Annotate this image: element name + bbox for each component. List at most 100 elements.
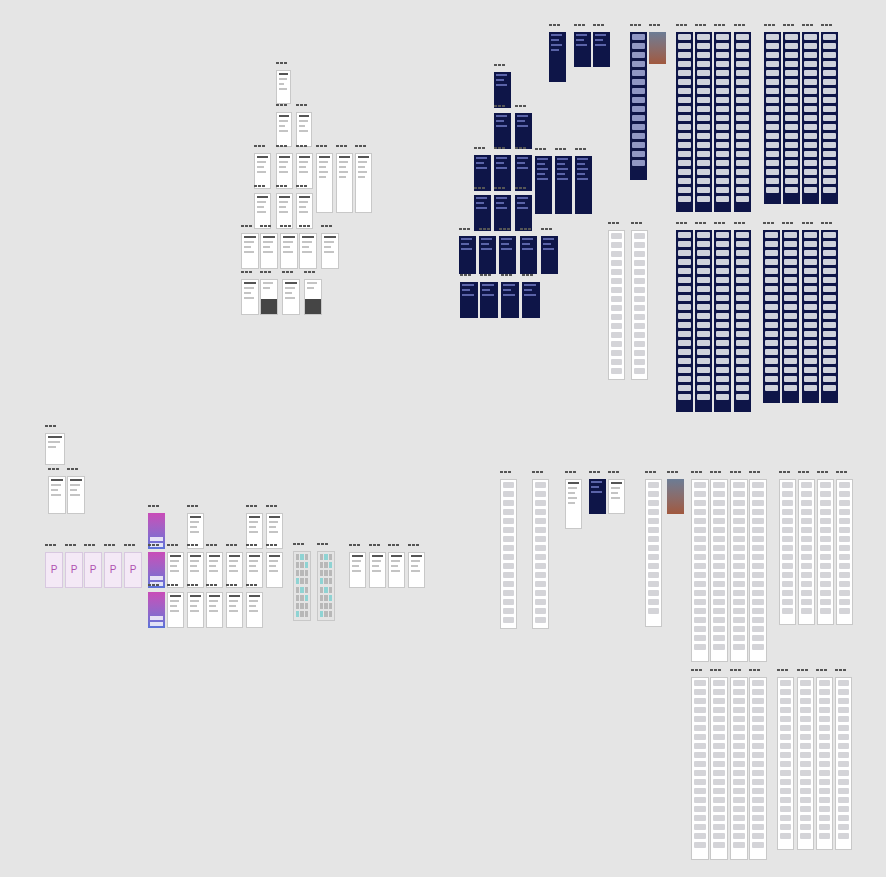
screen-frame[interactable] [535,156,552,214]
artboard[interactable] [187,505,204,549]
artboard[interactable] [494,147,511,191]
photo-frame[interactable] [667,479,684,514]
screen-frame[interactable] [226,552,243,588]
artboard[interactable] [276,185,293,229]
artboard[interactable] [167,584,184,628]
screen-frame[interactable] [369,552,386,588]
artboard[interactable] [777,669,794,850]
artboard[interactable] [266,544,283,588]
screen-frame[interactable] [802,32,819,204]
screen-frame[interactable] [474,195,491,231]
artboard[interactable] [336,145,353,213]
artboard[interactable]: P [84,544,102,588]
splash-frame[interactable]: P [84,552,102,588]
artboard[interactable]: P [104,544,122,588]
screen-frame[interactable] [349,552,366,588]
artboard[interactable] [349,544,366,588]
screen-frame[interactable] [797,677,814,850]
artboard[interactable] [730,669,748,860]
screen-frame[interactable] [336,153,353,213]
screen-frame[interactable] [574,32,591,67]
splash-frame[interactable]: P [65,552,83,588]
screen-frame[interactable] [299,233,317,269]
screen-frame[interactable] [296,112,312,147]
screen-frame[interactable] [296,193,313,229]
screen-frame[interactable] [187,592,204,628]
screen-frame[interactable] [388,552,405,588]
artboard[interactable] [206,584,223,628]
screen-frame[interactable] [494,155,511,191]
screen-frame[interactable] [676,32,693,212]
artboard[interactable] [549,24,566,82]
artboard[interactable]: P [65,544,83,588]
artboard[interactable] [316,145,333,213]
artboard[interactable] [460,274,478,318]
artboard[interactable] [304,271,322,315]
artboard[interactable] [691,471,709,662]
artboard[interactable] [764,24,781,204]
artboard[interactable] [779,471,796,625]
artboard[interactable] [714,222,731,412]
screen-frame[interactable] [67,476,85,514]
artboard[interactable] [293,543,311,621]
artboard[interactable] [187,584,204,628]
artboard[interactable] [835,669,852,850]
artboard[interactable] [691,669,709,860]
artboard[interactable] [479,228,496,274]
artboard[interactable] [296,104,312,147]
artboard[interactable] [241,225,259,269]
keypad-frame[interactable] [317,551,335,621]
screen-frame[interactable] [515,155,532,191]
artboard[interactable] [369,544,386,588]
artboard[interactable] [817,471,834,625]
screen-frame[interactable] [45,433,65,465]
artboard[interactable] [226,544,243,588]
artboard[interactable] [797,669,814,850]
screen-frame[interactable] [782,230,799,403]
artboard[interactable] [676,222,693,412]
artboard[interactable] [608,471,625,514]
artboard[interactable] [515,105,532,149]
artboard[interactable] [565,471,582,529]
artboard[interactable] [695,24,712,212]
screen-frame[interactable] [608,230,625,380]
screen-frame[interactable] [816,677,833,850]
screen-frame[interactable] [630,32,647,180]
screen-frame[interactable] [749,479,767,662]
artboard[interactable] [574,24,591,67]
screen-frame[interactable] [714,230,731,412]
screen-frame[interactable] [276,193,293,229]
artboard[interactable] [589,471,606,514]
screen-frame[interactable] [500,479,517,629]
screen-frame[interactable] [798,479,815,625]
screen-frame[interactable] [730,677,748,860]
screen-frame[interactable] [48,476,66,514]
screen-frame[interactable] [167,592,184,628]
artboard[interactable] [500,471,517,629]
artboard[interactable] [480,274,498,318]
screen-frame[interactable] [608,479,625,514]
screen-frame[interactable] [764,32,781,204]
screen-frame[interactable] [520,236,537,274]
screen-frame[interactable] [522,282,540,318]
screen-frame[interactable] [494,72,511,108]
splash-frame[interactable]: P [45,552,63,588]
artboard[interactable] [802,222,819,403]
screen-frame[interactable] [565,479,582,529]
screen-frame[interactable] [241,233,259,269]
screen-frame[interactable] [836,479,853,625]
screen-frame[interactable] [260,279,278,315]
screen-frame[interactable] [226,592,243,628]
screen-frame[interactable] [835,677,852,850]
artboard[interactable] [276,62,291,104]
screen-frame[interactable] [266,552,283,588]
artboard[interactable] [459,228,476,274]
screen-frame[interactable] [515,195,532,231]
artboard[interactable] [282,271,300,315]
screen-frame[interactable] [734,230,751,412]
artboard[interactable] [710,669,728,860]
artboard[interactable] [676,24,693,212]
screen-frame[interactable] [296,153,313,189]
artboard[interactable] [836,471,853,625]
artboard[interactable] [299,225,317,269]
